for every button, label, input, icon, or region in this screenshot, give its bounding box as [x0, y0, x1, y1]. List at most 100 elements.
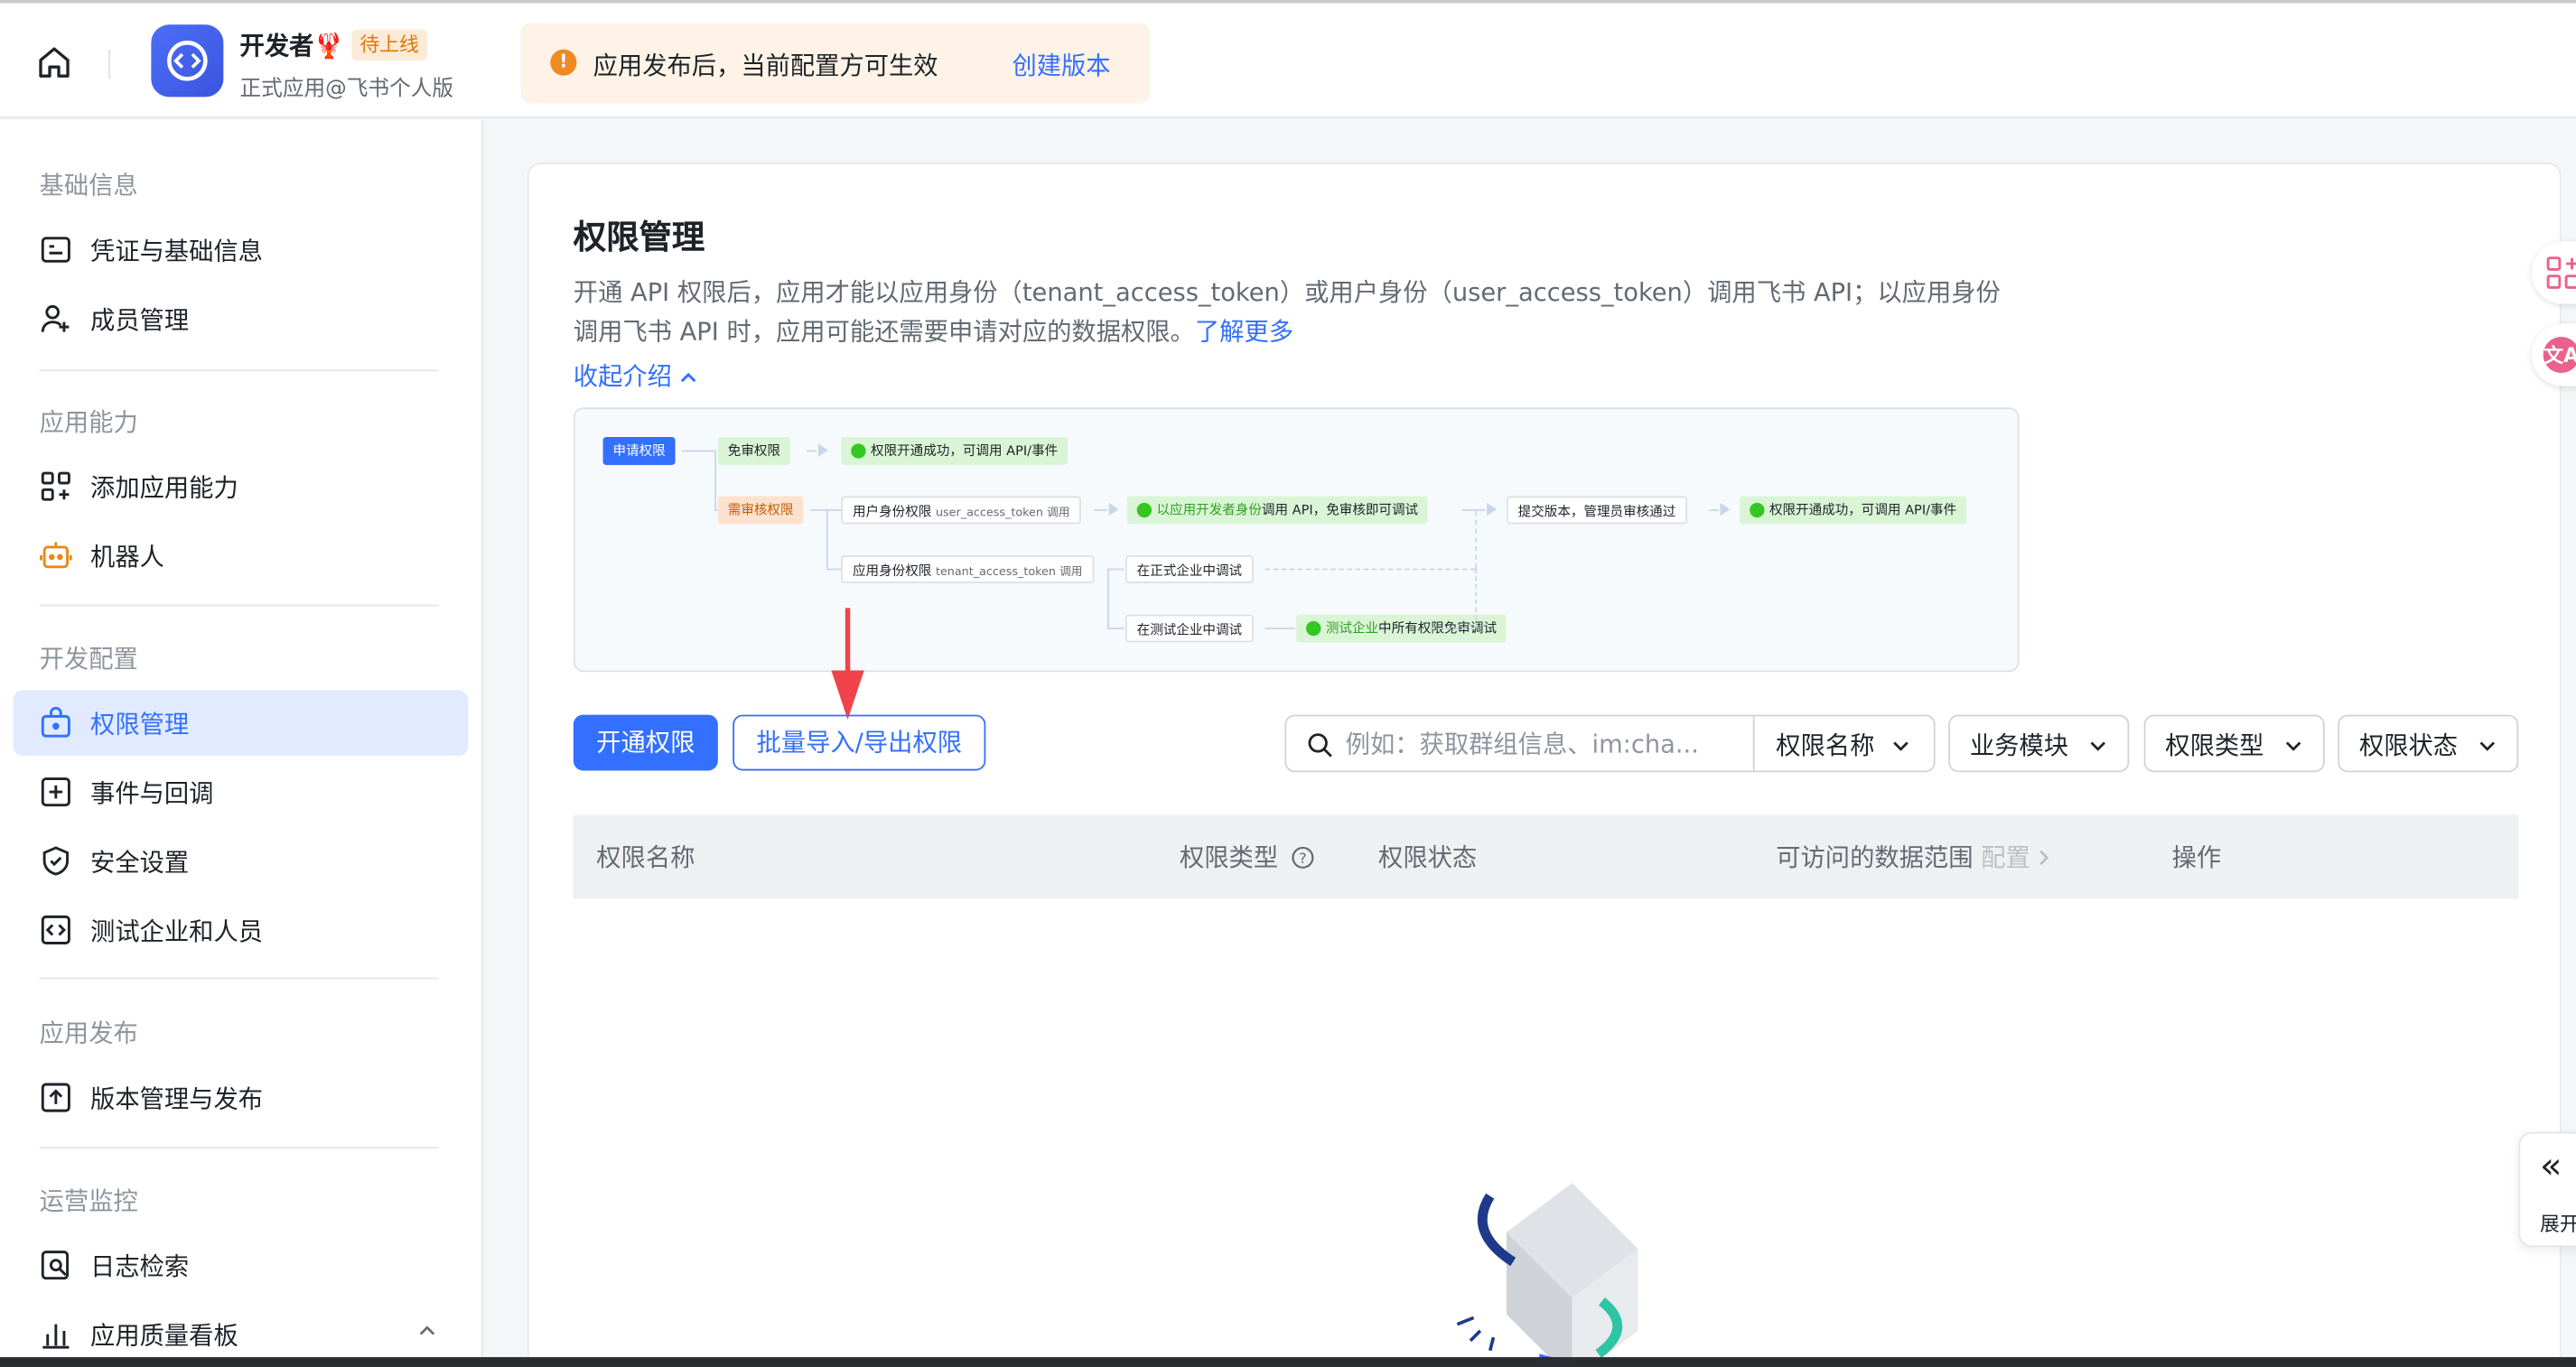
credential-icon	[41, 237, 70, 263]
flow-tenant-token-label: 应用身份权限	[853, 563, 932, 579]
flow-connector	[826, 509, 828, 569]
table-header: 权限名称 权限类型 ? 权限状态 可访问的数据范围 配置 操作	[573, 814, 2519, 899]
flow-connector	[1106, 568, 1125, 571]
sidebar-item-label: 成员管理	[90, 305, 190, 336]
svg-text:?: ?	[1299, 850, 1307, 867]
translate-icon: 文A	[2543, 337, 2576, 374]
add-user-icon	[41, 304, 70, 332]
app-logo	[151, 24, 224, 98]
code-icon	[41, 915, 70, 944]
flow-connector	[1265, 628, 1295, 629]
flow-prod-debug: 在正式企业中调试	[1125, 555, 1254, 583]
sidebar-item-members[interactable]: 成员管理	[14, 286, 469, 352]
col-type: 权限类型 ?	[1180, 840, 1314, 874]
sidebar-item-test-tenant[interactable]: 测试企业和人员	[14, 897, 469, 963]
sidebar-divider	[39, 1147, 439, 1148]
sidebar-item-credentials[interactable]: 凭证与基础信息	[14, 217, 469, 283]
flow-free-success-text: 权限开通成功，可调用 API/事件	[871, 443, 1059, 459]
flow-arrow	[1487, 502, 1498, 516]
double-chevron-left-icon: «	[2540, 1147, 2562, 1188]
sidebar-item-label: 安全设置	[90, 847, 190, 878]
sidebar-item-events[interactable]: 事件与回调	[14, 759, 469, 825]
expand-label: 展开	[2540, 1212, 2576, 1236]
collapse-label: 收起介绍	[573, 361, 672, 392]
filter-permission-status[interactable]: 权限状态	[2338, 714, 2519, 773]
permission-flow-diagram: 申请权限 免审权限 权限开通成功，可调用 API/事件 需审核权限 用户身份权限…	[573, 407, 2020, 673]
sidebar-item-permissions[interactable]: 权限管理	[13, 690, 469, 757]
create-version-link[interactable]: 创建版本	[1012, 48, 1110, 82]
sidebar-item-label: 事件与回调	[90, 778, 214, 809]
sidebar-item-security[interactable]: 安全设置	[14, 828, 469, 894]
flow-connector	[807, 450, 817, 452]
sidebar-item-robot[interactable]: 机器人	[14, 523, 469, 589]
filter-label: 权限状态	[2358, 730, 2459, 761]
home-icon[interactable]	[36, 44, 72, 80]
search-input[interactable]	[1345, 716, 1741, 771]
sidebar-item-logs[interactable]: 日志检索	[14, 1232, 469, 1298]
flow-final-success: 权限开通成功，可调用 API/事件	[1740, 496, 1967, 525]
flow-dashed-connector	[1475, 510, 1478, 569]
publish-notice: ! 应用发布后，当前配置方可生效 创建版本	[520, 23, 1151, 104]
flow-connector	[1094, 509, 1107, 511]
app-name: 开发者🦞	[239, 31, 345, 61]
event-icon	[41, 777, 70, 807]
page-title: 权限管理	[573, 217, 705, 256]
flow-connector	[1461, 509, 1486, 511]
sidebar-item-add-capability[interactable]: 添加应用能力	[14, 453, 469, 519]
search-field-label: 权限名称	[1776, 730, 1875, 761]
chevron-down-icon	[2090, 741, 2105, 751]
sidebar-item-label: 测试企业和人员	[90, 916, 264, 947]
app-header: 开发者🦞 待上线 正式应用@飞书个人版 ! 应用发布后，当前配置方可生效 创建版…	[0, 3, 2576, 119]
col-scope: 可访问的数据范围 配置	[1776, 840, 2051, 874]
code-dot-icon	[1136, 502, 1153, 518]
flow-submit: 提交版本，管理员审核通过	[1506, 496, 1688, 525]
sidebar-group-dev-config: 开发配置	[39, 644, 138, 674]
chevron-up-icon[interactable]	[417, 1321, 437, 1341]
chevron-down-icon	[1893, 741, 1909, 751]
flow-connector	[714, 450, 717, 511]
filter-business-module[interactable]: 业务模块	[1948, 714, 2130, 773]
flow-free-success: 权限开通成功，可调用 API/事件	[841, 437, 1069, 465]
learn-more-link[interactable]: 了解更多	[1195, 317, 1293, 347]
sidebar-item-label: 权限管理	[90, 710, 190, 739]
expand-panel-button[interactable]: « 展开	[2518, 1131, 2576, 1248]
sidebar-item-versions[interactable]: 版本管理与发布	[14, 1065, 469, 1130]
col-scope-label: 可访问的数据范围	[1776, 842, 1974, 873]
sidebar-item-label: 凭证与基础信息	[90, 237, 264, 266]
flow-connector	[1708, 509, 1719, 511]
flow-dev-call: 以应用开发者身份调用 API，免审核即可调试	[1126, 496, 1428, 525]
filter-permission-type[interactable]: 权限类型	[2143, 714, 2325, 773]
collapse-intro-toggle[interactable]: 收起介绍	[574, 358, 698, 393]
sidebar-group-basic: 基础信息	[39, 171, 138, 201]
empty-box-illustration-icon	[1456, 1183, 1638, 1367]
permission-search: 权限名称	[1284, 714, 1936, 773]
robot-icon	[40, 542, 72, 569]
sidebar-group-publish: 应用发布	[39, 1018, 138, 1048]
open-permission-button[interactable]: 开通权限	[573, 714, 718, 771]
success-dot-icon	[851, 443, 866, 459]
flow-final-success-text: 权限开通成功，可调用 API/事件	[1769, 502, 1957, 518]
filter-label: 权限类型	[2165, 730, 2264, 761]
flow-arrow	[1720, 502, 1731, 516]
search-icon	[1308, 733, 1332, 758]
sidebar-group-capability: 应用能力	[39, 407, 138, 438]
sidebar: 基础信息 凭证与基础信息 成员管理 应用能力 添加应用能力 机器人 开发配置 权…	[0, 119, 483, 1367]
flow-test-all-a: 测试企业	[1325, 620, 1379, 637]
scope-config-link[interactable]: 配置	[1981, 843, 2030, 873]
flow-dashed-connector	[1475, 568, 1478, 628]
chevron-down-icon	[2285, 741, 2301, 751]
notice-text: 应用发布后，当前配置方可生效	[593, 51, 938, 81]
chevron-right-icon	[2039, 850, 2049, 866]
flow-tenant-token-sub: tenant_access_token 调用	[935, 564, 1083, 579]
permission-panel: 权限管理 开通 API 权限后，应用才能以应用身份（tenant_access_…	[527, 163, 2562, 1367]
help-icon[interactable]: ?	[1291, 846, 1314, 869]
svg-text:文A: 文A	[2543, 344, 2576, 367]
flow-review: 需审核权限	[717, 496, 804, 525]
code-logo-icon	[167, 41, 208, 81]
flow-arrow	[817, 443, 828, 457]
shield-icon	[42, 846, 70, 876]
batch-import-export-button[interactable]: 批量导入/导出权限	[733, 714, 986, 771]
sidebar-divider	[39, 977, 439, 980]
flow-free: 免审权限	[717, 437, 790, 465]
annotation-arrow-icon	[831, 608, 864, 721]
